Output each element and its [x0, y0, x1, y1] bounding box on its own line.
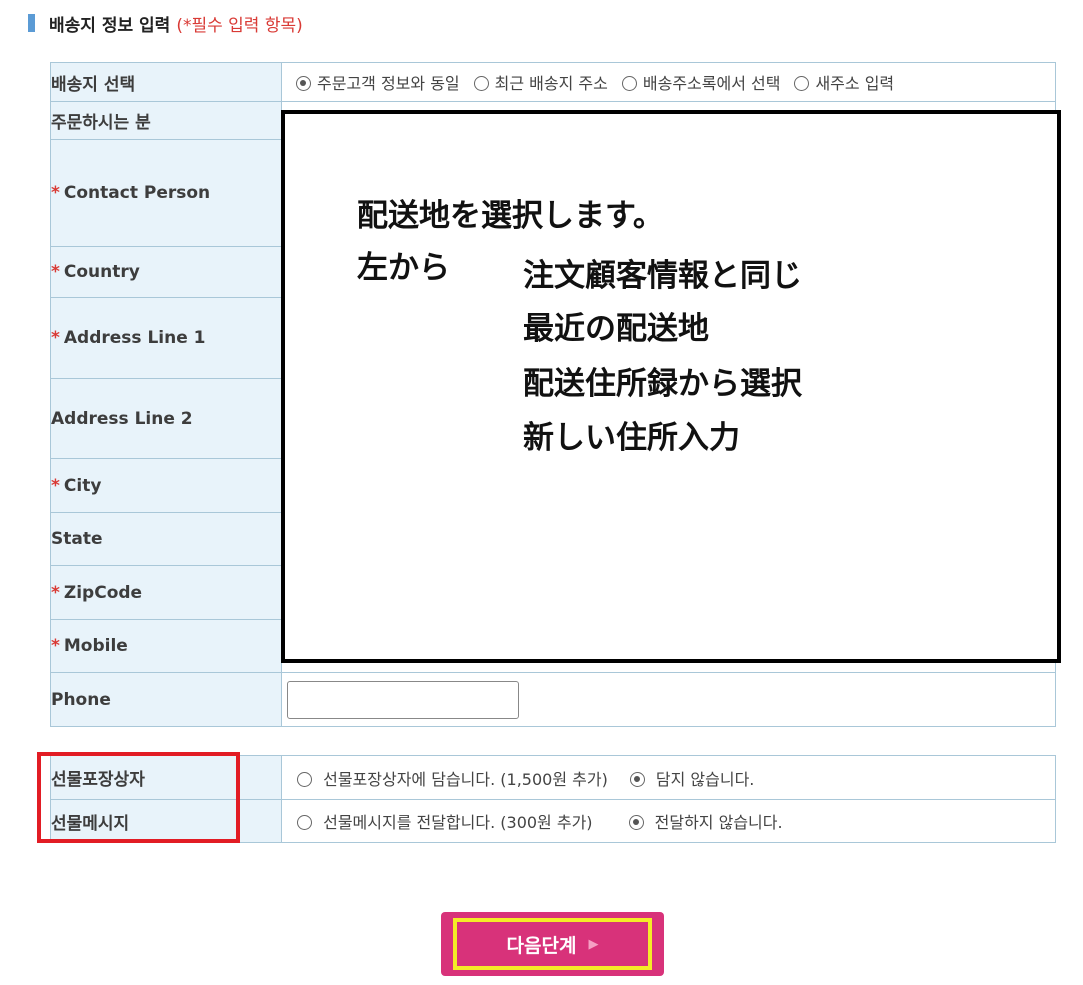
- section-title-text: 배송지 정보 입력: [49, 15, 171, 36]
- gift-message-options: 선물메시지를 전달합니다. (300원 추가) 전달하지 않습니다.: [281, 799, 1056, 843]
- required-mark: *: [51, 183, 60, 203]
- gift-message-row: 선물메시지 선물메시지를 전달합니다. (300원 추가) 전달하지 않습니다.: [50, 799, 1056, 843]
- radio-icon[interactable]: [629, 771, 645, 787]
- address2-label: Address Line 2: [50, 378, 282, 459]
- required-mark: *: [51, 328, 60, 348]
- annotation-item: 注文顧客情報と同じ: [523, 258, 802, 294]
- annotation-item: 最近の配送地: [523, 311, 709, 347]
- next-step-button[interactable]: 다음단계 ▶: [441, 912, 664, 976]
- radio-icon[interactable]: [296, 76, 311, 91]
- ship-option-addressbook[interactable]: 배송주소록에서 선택: [621, 74, 780, 93]
- required-mark: *: [51, 582, 60, 603]
- gift-box-label: 선물포장상자: [50, 755, 282, 800]
- annotation-line-1: 配送地を選択します。: [357, 198, 664, 234]
- required-mark: *: [51, 636, 60, 656]
- annotation-box: 配送地を選択します。 左から 注文顧客情報と同じ 最近の配送地 配送住所録から選…: [281, 110, 1061, 663]
- ship-select-label: 배송지 선택: [50, 62, 282, 102]
- gift-box-options: 선물포장상자에 담습니다. (1,500원 추가) 담지 않습니다.: [281, 755, 1056, 800]
- gift-message-option-add[interactable]: 선물메시지를 전달합니다. (300원 추가): [297, 813, 593, 832]
- orderer-label: 주문하시는 분: [50, 101, 282, 140]
- next-step-label: 다음단계: [506, 934, 577, 957]
- radio-icon[interactable]: [297, 815, 312, 830]
- ship-option-same[interactable]: 주문고객 정보와 동일: [296, 74, 460, 93]
- required-mark: *: [51, 262, 60, 282]
- address1-label: * Address Line 1: [50, 297, 282, 379]
- arrow-right-icon: ▶: [588, 936, 599, 952]
- contact-label: * Contact Person: [50, 139, 282, 247]
- gift-message-label: 선물메시지: [50, 799, 282, 843]
- radio-icon[interactable]: [473, 76, 489, 91]
- zipcode-label: * ZipCode: [50, 565, 282, 620]
- section-title: 배송지 정보 입력 (*필수 입력 항목): [28, 10, 303, 36]
- ship-select-options: 주문고객 정보와 동일 최근 배송지 주소 배송주소록에서 선택 새주소 입력: [281, 62, 1056, 102]
- phone-row: Phone: [50, 672, 1056, 727]
- radio-icon[interactable]: [297, 771, 312, 787]
- gift-box-option-add[interactable]: 선물포장상자에 담습니다. (1,500원 추가): [297, 770, 608, 789]
- title-bar-icon: [28, 14, 35, 32]
- state-label: State: [50, 512, 282, 566]
- phone-input[interactable]: [287, 680, 519, 719]
- mobile-label: * Mobile: [50, 619, 282, 673]
- required-mark: *: [51, 475, 60, 496]
- gift-options-form: 선물포장상자 선물포장상자에 담습니다. (1,500원 추가) 담지 않습니다…: [50, 755, 1056, 843]
- annotation-item: 新しい住所入力: [523, 420, 740, 456]
- required-note: (*필수 입력 항목): [176, 15, 303, 36]
- ship-option-new[interactable]: 새주소 입력: [794, 74, 894, 93]
- gift-box-option-none[interactable]: 담지 않습니다.: [629, 770, 754, 789]
- radio-icon[interactable]: [621, 76, 637, 91]
- annotation-line-2: 左から: [357, 250, 450, 286]
- radio-icon[interactable]: [794, 76, 810, 91]
- ship-select-row: 배송지 선택 주문고객 정보와 동일 최근 배송지 주소 배송주소록에서 선택 새주소…: [50, 62, 1056, 102]
- gift-message-option-none[interactable]: 전달하지 않습니다.: [628, 813, 783, 832]
- ship-option-recent[interactable]: 최근 배송지 주소: [473, 74, 608, 93]
- next-step-highlight: 다음단계 ▶: [453, 918, 652, 970]
- country-label: * Country: [50, 246, 282, 298]
- annotation-item: 配送住所録から選択: [523, 366, 802, 402]
- phone-label: Phone: [50, 672, 282, 727]
- city-label: * City: [50, 458, 282, 513]
- gift-box-row: 선물포장상자 선물포장상자에 담습니다. (1,500원 추가) 담지 않습니다…: [50, 755, 1056, 800]
- phone-cell: [281, 672, 1056, 727]
- radio-icon[interactable]: [628, 815, 644, 830]
